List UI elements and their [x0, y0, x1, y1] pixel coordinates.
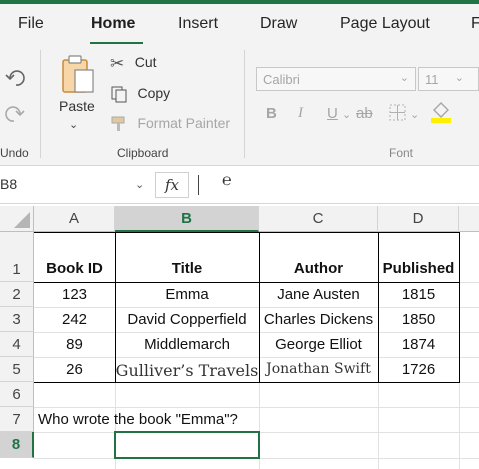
chevron-down-icon[interactable]: ⌄: [135, 178, 144, 191]
row-header-4[interactable]: 4: [0, 332, 34, 357]
paintbrush-icon: [111, 116, 125, 131]
column-header-a[interactable]: A: [34, 206, 115, 232]
chevron-down-icon: ⌄: [399, 72, 409, 84]
scissors-icon: ✂: [110, 54, 125, 73]
text-cursor-icon: ℮: [222, 172, 232, 189]
column-header-e-partial[interactable]: [459, 206, 479, 232]
select-all-button[interactable]: [0, 206, 34, 232]
table-border: [34, 382, 460, 383]
paste-label: Paste: [59, 98, 95, 114]
copy-button[interactable]: Copy: [110, 85, 170, 103]
cut-button[interactable]: ✂ Cut: [110, 54, 157, 74]
column-header-c[interactable]: C: [259, 206, 378, 232]
gridline: [34, 407, 479, 408]
table-cell[interactable]: 1726: [378, 361, 459, 378]
select-all-triangle-icon: [14, 212, 30, 228]
insert-function-button[interactable]: fx: [155, 172, 189, 198]
table-cell[interactable]: 26: [34, 361, 115, 378]
copy-icon: [111, 86, 127, 103]
paste-button[interactable]: Paste ⌄: [55, 52, 99, 136]
gridline: [34, 332, 479, 333]
table-cell[interactable]: 89: [34, 336, 115, 353]
gridline: [34, 357, 479, 358]
table-cell[interactable]: Jane Austen: [259, 286, 378, 303]
ribbon-separator: [244, 50, 245, 158]
cut-label: Cut: [134, 54, 157, 70]
ribbon-tabs: File Home Insert Draw Page Layout F: [0, 4, 479, 45]
question-cell[interactable]: Who wrote the book "Emma"?: [38, 411, 238, 428]
table-cell[interactable]: George Elliot: [259, 336, 378, 353]
bold-button[interactable]: B: [266, 105, 277, 122]
tab-insert[interactable]: Insert: [178, 15, 218, 33]
table-header-title[interactable]: Title: [115, 260, 259, 277]
table-cell[interactable]: David Copperfield: [115, 311, 259, 328]
font-name-value: Calibri: [263, 72, 300, 87]
underline-button[interactable]: U: [327, 105, 338, 122]
copy-label: Copy: [137, 85, 171, 102]
tab-draw[interactable]: Draw: [260, 15, 297, 33]
formula-bar: B8 ⌄ fx ℮: [0, 166, 479, 204]
chevron-down-icon[interactable]: ⌄: [410, 108, 419, 121]
gridline: [34, 307, 479, 308]
table-cell[interactable]: 1850: [378, 311, 459, 328]
format-painter-label: Format Painter: [137, 115, 231, 132]
table-header-book-id[interactable]: Book ID: [34, 260, 115, 277]
paint-bucket-icon: [431, 102, 451, 123]
undo-icon: [5, 70, 25, 86]
ribbon: Undo Paste ⌄ ✂ Cut Copy Format Painter C…: [0, 44, 479, 166]
formula-bar-divider: [198, 175, 199, 195]
table-border: [34, 282, 460, 283]
tab-formulas-partial[interactable]: F: [471, 15, 479, 33]
undo-group-label: Undo: [0, 146, 29, 160]
table-cell[interactable]: Charles Dickens: [259, 311, 378, 328]
chevron-down-icon[interactable]: ⌄: [342, 108, 351, 121]
table-cell[interactable]: 1874: [378, 336, 459, 353]
table-cell[interactable]: 123: [34, 286, 115, 303]
row-header-5[interactable]: 5: [0, 357, 34, 382]
ribbon-separator: [40, 50, 41, 158]
paste-dropdown-icon[interactable]: ⌄: [69, 118, 78, 131]
table-cell[interactable]: 242: [34, 311, 115, 328]
row-header-2[interactable]: 2: [0, 282, 34, 307]
undo-button[interactable]: [4, 66, 26, 93]
fill-color-button[interactable]: [428, 98, 454, 129]
tab-file[interactable]: File: [18, 15, 44, 33]
borders-button[interactable]: [388, 103, 408, 128]
table-cell[interactable]: Emma: [115, 286, 259, 303]
table-header-published[interactable]: Published: [378, 260, 459, 277]
font-group-label: Font: [389, 146, 414, 160]
strikethrough-button[interactable]: ab: [356, 105, 373, 122]
format-painter-button[interactable]: Format Painter: [110, 115, 230, 133]
tab-home[interactable]: Home: [91, 15, 135, 33]
tab-page-layout[interactable]: Page Layout: [340, 15, 430, 33]
font-size-value: 11: [425, 72, 439, 87]
redo-button[interactable]: [4, 102, 26, 129]
font-size-select[interactable]: 11 ⌄: [418, 67, 479, 91]
table-cell[interactable]: Gulliver’s Travels: [115, 361, 259, 380]
table-cell[interactable]: Jonathan Swift: [259, 361, 378, 377]
name-box-value: B8: [0, 176, 18, 192]
table-cell[interactable]: Middlemarch: [115, 336, 259, 353]
clipboard-paste-icon: [62, 55, 94, 93]
active-cell-b8[interactable]: [114, 431, 260, 459]
column-header-d[interactable]: D: [378, 206, 459, 232]
table-cell[interactable]: 1815: [378, 286, 459, 303]
row-header-7[interactable]: 7: [0, 407, 34, 432]
name-box[interactable]: B8 ⌄: [0, 172, 150, 198]
borders-icon: [389, 104, 406, 121]
worksheet-grid: A B C D 1 2 3 4 5 6 7 8 Book ID Title Au…: [0, 206, 479, 469]
italic-button[interactable]: I: [298, 105, 303, 122]
row-header-6[interactable]: 6: [0, 382, 34, 407]
row-header-3[interactable]: 3: [0, 307, 34, 332]
column-header-b[interactable]: B: [115, 206, 259, 232]
font-name-select[interactable]: Calibri ⌄: [256, 67, 416, 91]
table-border: [459, 232, 460, 383]
row-header-1[interactable]: 1: [0, 232, 34, 282]
row-header-8[interactable]: 8: [0, 432, 34, 458]
chevron-down-icon: ⌄: [454, 72, 464, 84]
table-header-author[interactable]: Author: [259, 260, 378, 277]
redo-icon: [5, 106, 25, 122]
table-border: [34, 232, 460, 233]
clipboard-group-label: Clipboard: [117, 146, 169, 160]
